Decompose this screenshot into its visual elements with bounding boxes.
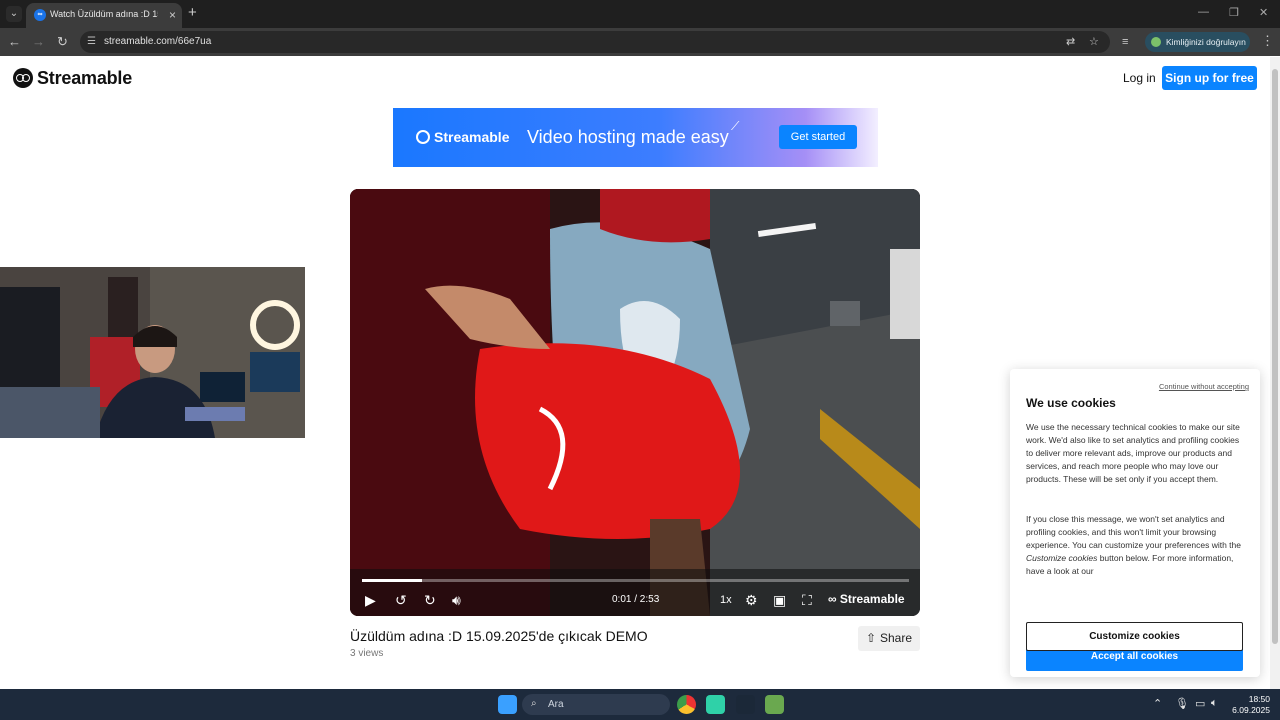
- rewind-icon[interactable]: ↺: [395, 592, 407, 608]
- login-link[interactable]: Log in: [1123, 71, 1156, 85]
- site-info-icon[interactable]: ☰: [87, 36, 96, 47]
- settings-icon[interactable]: ⚙: [745, 592, 758, 608]
- reload-icon[interactable]: ↻: [57, 34, 68, 50]
- sparkle-icon: ⟋: [731, 119, 740, 133]
- webcam-image: [0, 267, 305, 438]
- ad-banner[interactable]: Streamable Video hosting made easy ⟋ Get…: [393, 108, 878, 167]
- microphone-icon[interactable]: 🎙︎: [1175, 697, 1189, 710]
- clock-time: 18:50: [1248, 694, 1270, 704]
- view-count: 3 views: [350, 648, 384, 659]
- search-icon: ⌕: [531, 698, 537, 709]
- video-title: Üzüldüm adına :D 15.09.2025'de çıkıcak D…: [350, 628, 648, 644]
- logo-text: Streamable: [37, 68, 133, 88]
- taskbar-clock[interactable]: 18:50 6.09.2025: [1230, 694, 1270, 716]
- get-started-button[interactable]: Get started: [779, 125, 857, 149]
- address-bar[interactable]: ☰ streamable.com/66e7ua ⇄ ☆: [80, 31, 1110, 53]
- signup-button[interactable]: Sign up for free: [1162, 66, 1257, 90]
- cookie-paragraph-2: If you close this message, we won't set …: [1026, 514, 1241, 576]
- banner-logo-text: Streamable: [434, 129, 510, 145]
- translate-icon[interactable]: ⇄: [1066, 35, 1075, 48]
- avatar: [1151, 37, 1161, 47]
- forward-skip-icon[interactable]: ↻: [424, 592, 436, 608]
- customize-cookies-button[interactable]: Customize cookies: [1026, 622, 1243, 651]
- page-scrollbar[interactable]: [1270, 57, 1280, 689]
- progress-fill: [362, 579, 423, 582]
- cookie-paragraph-1: We use the necessary technical cookies t…: [1026, 422, 1240, 484]
- share-icon: ⇧: [866, 631, 877, 645]
- taskbar-search[interactable]: ⌕ Ara: [522, 694, 670, 715]
- player-brand-icon: ∞: [828, 592, 840, 606]
- close-window-icon[interactable]: ✕: [1259, 6, 1268, 19]
- bookmark-star-icon[interactable]: ☆: [1089, 35, 1099, 48]
- progress-bar[interactable]: [362, 579, 909, 582]
- page-content: Streamable Log in Sign up for free Strea…: [0, 57, 1270, 689]
- tab-close-icon[interactable]: ×: [169, 8, 176, 22]
- app-icon[interactable]: [706, 695, 725, 714]
- time-display: 0:01 / 2:53: [612, 594, 660, 605]
- video-player[interactable]: ▶ ↺ ↻ 🔊︎ 0:01 / 2:53 1x ⚙ ▣ ⛶ ∞ Streamab…: [350, 189, 920, 616]
- speaker-icon[interactable]: 🔈︎: [1211, 697, 1218, 710]
- profile-label: Kimliğinizi doğrulayın: [1166, 37, 1246, 47]
- chrome-icon[interactable]: [677, 695, 696, 714]
- streamable-logo-icon: [13, 68, 33, 88]
- minimize-icon[interactable]: —: [1198, 6, 1209, 18]
- banner-logo: Streamable: [416, 129, 509, 145]
- network-icon[interactable]: ▭: [1195, 697, 1205, 710]
- banner-tagline: Video hosting made easy: [527, 127, 729, 147]
- pip-icon[interactable]: ▣: [773, 592, 786, 608]
- reading-list-icon[interactable]: ≡: [1122, 34, 1128, 50]
- profile-button[interactable]: Kimliğinizi doğrulayın: [1145, 32, 1250, 52]
- cookie-title: We use cookies: [1026, 396, 1116, 410]
- continue-without-accepting-link[interactable]: Continue without accepting: [1159, 382, 1249, 391]
- maximize-icon[interactable]: ❐: [1229, 6, 1239, 19]
- play-icon[interactable]: ▶: [365, 592, 376, 608]
- streamable-favicon-icon: ∞: [34, 9, 46, 21]
- steam-icon[interactable]: [736, 695, 755, 714]
- menu-icon[interactable]: ⋮: [1261, 34, 1274, 48]
- tray-chevron-icon[interactable]: ⌃: [1153, 697, 1162, 710]
- scrollbar-thumb[interactable]: [1272, 69, 1278, 644]
- browser-tab[interactable]: ∞ Watch Üzüldüm adına :D 15.09.2025'de ç…: [26, 3, 182, 28]
- tab-search-icon[interactable]: ⌄: [6, 6, 22, 22]
- forward-icon[interactable]: →: [32, 34, 45, 50]
- minecraft-icon[interactable]: [765, 695, 784, 714]
- banner-logo-icon: [416, 130, 430, 144]
- volume-icon[interactable]: 🔊︎: [452, 592, 461, 608]
- new-tab-icon[interactable]: +: [188, 5, 197, 21]
- start-icon[interactable]: [498, 695, 517, 714]
- windows-taskbar: ⌕ Ara ⌃ 🎙︎ ▭ 🔈︎ 18:50 6.09.2025: [0, 689, 1280, 720]
- player-brand-link[interactable]: ∞ Streamable: [828, 592, 905, 606]
- url-text[interactable]: streamable.com/66e7ua: [104, 36, 211, 47]
- tab-title: Watch Üzüldüm adına :D 15.09.2025'de çık…: [50, 9, 158, 19]
- share-label: Share: [879, 631, 912, 645]
- back-icon[interactable]: ←: [8, 34, 21, 50]
- browser-toolbar: ← → ↻ ☰ streamable.com/66e7ua ⇄ ☆ ≡ Kiml…: [0, 28, 1280, 56]
- clock-date: 6.09.2025: [1232, 705, 1270, 715]
- share-button[interactable]: ⇧ Share: [858, 626, 920, 651]
- playback-speed-button[interactable]: 1x: [720, 594, 732, 606]
- video-frame: [350, 189, 920, 616]
- taskbar-search-text: Ara: [548, 699, 564, 710]
- fullscreen-icon[interactable]: ⛶: [802, 592, 812, 608]
- player-brand-text: Streamable: [839, 592, 905, 606]
- browser-tab-bar: ⌄ ∞ Watch Üzüldüm adına :D 15.09.2025'de…: [0, 0, 1280, 28]
